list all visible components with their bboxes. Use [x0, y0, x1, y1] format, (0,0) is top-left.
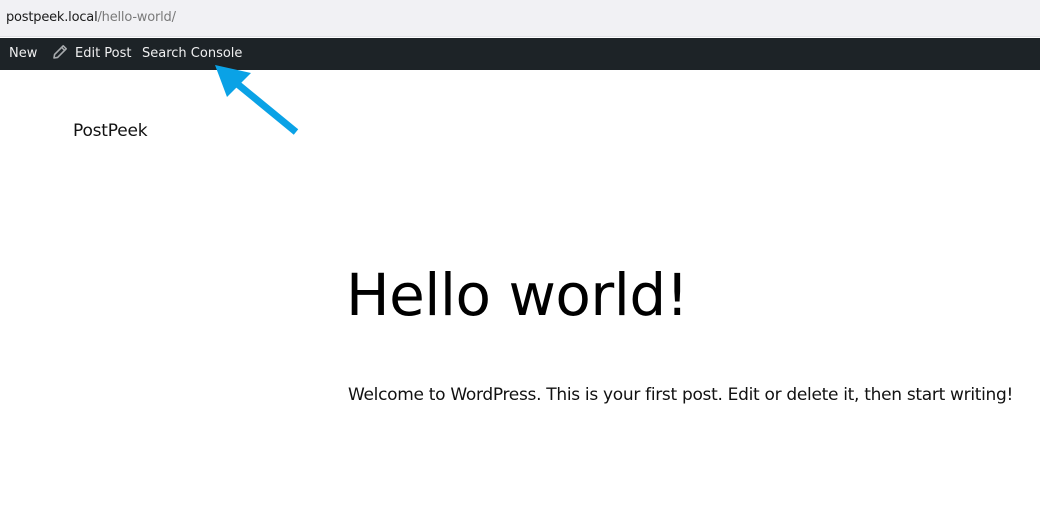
search-console-label: Search Console — [142, 46, 243, 61]
pencil-icon — [53, 45, 67, 59]
post-body-text: Welcome to WordPress. This is your first… — [348, 385, 1014, 405]
address-bar[interactable]: postpeek.local/hello-world/ — [0, 0, 1040, 37]
search-console-menu-item[interactable]: Search Console — [142, 38, 242, 70]
new-menu-item[interactable]: New — [9, 38, 37, 70]
url-host: postpeek.local — [6, 10, 98, 25]
new-label: New — [9, 46, 38, 61]
wp-admin-bar: New Edit Post Search Console — [0, 38, 1040, 70]
url-text[interactable]: postpeek.local/hello-world/ — [6, 10, 176, 25]
post-title: Hello world! — [346, 261, 689, 329]
annotation-arrow-icon — [215, 65, 299, 135]
edit-post-label: Edit Post — [75, 46, 132, 61]
edit-post-menu-item[interactable]: Edit Post — [52, 38, 132, 70]
browser-page: postpeek.local/hello-world/ New Edit Pos… — [0, 0, 1040, 532]
site-title-link[interactable]: PostPeek — [73, 121, 148, 141]
url-path: /hello-world/ — [97, 10, 176, 25]
